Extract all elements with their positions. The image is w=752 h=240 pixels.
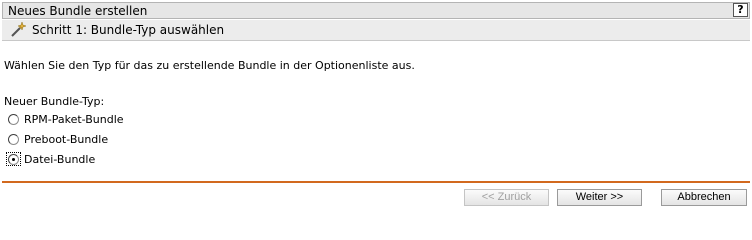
cancel-button[interactable]: Abbrechen [661, 189, 747, 206]
bundle-type-label: Neuer Bundle-Typ: [4, 95, 105, 108]
back-button[interactable]: << Zurück [464, 189, 549, 206]
focus-indicator [6, 152, 21, 166]
radio-label[interactable]: Preboot-Bundle [24, 133, 108, 146]
footer-divider [2, 181, 750, 183]
radio-label[interactable]: RPM-Paket-Bundle [24, 113, 124, 126]
instruction-text: Wählen Sie den Typ für das zu erstellend… [4, 59, 415, 72]
dialog-title-bar: Neues Bundle erstellen [2, 2, 750, 19]
radio-button[interactable] [8, 134, 19, 145]
radio-button[interactable] [8, 114, 19, 125]
radio-label[interactable]: Datei-Bundle [24, 153, 95, 166]
wand-icon [11, 22, 26, 37]
step-title: Schritt 1: Bundle-Typ auswählen [32, 23, 225, 37]
step-header: Schritt 1: Bundle-Typ auswählen [2, 20, 750, 41]
dialog-title: Neues Bundle erstellen [8, 4, 148, 18]
help-button[interactable]: ? [733, 3, 748, 17]
next-button[interactable]: Weiter >> [557, 189, 642, 206]
